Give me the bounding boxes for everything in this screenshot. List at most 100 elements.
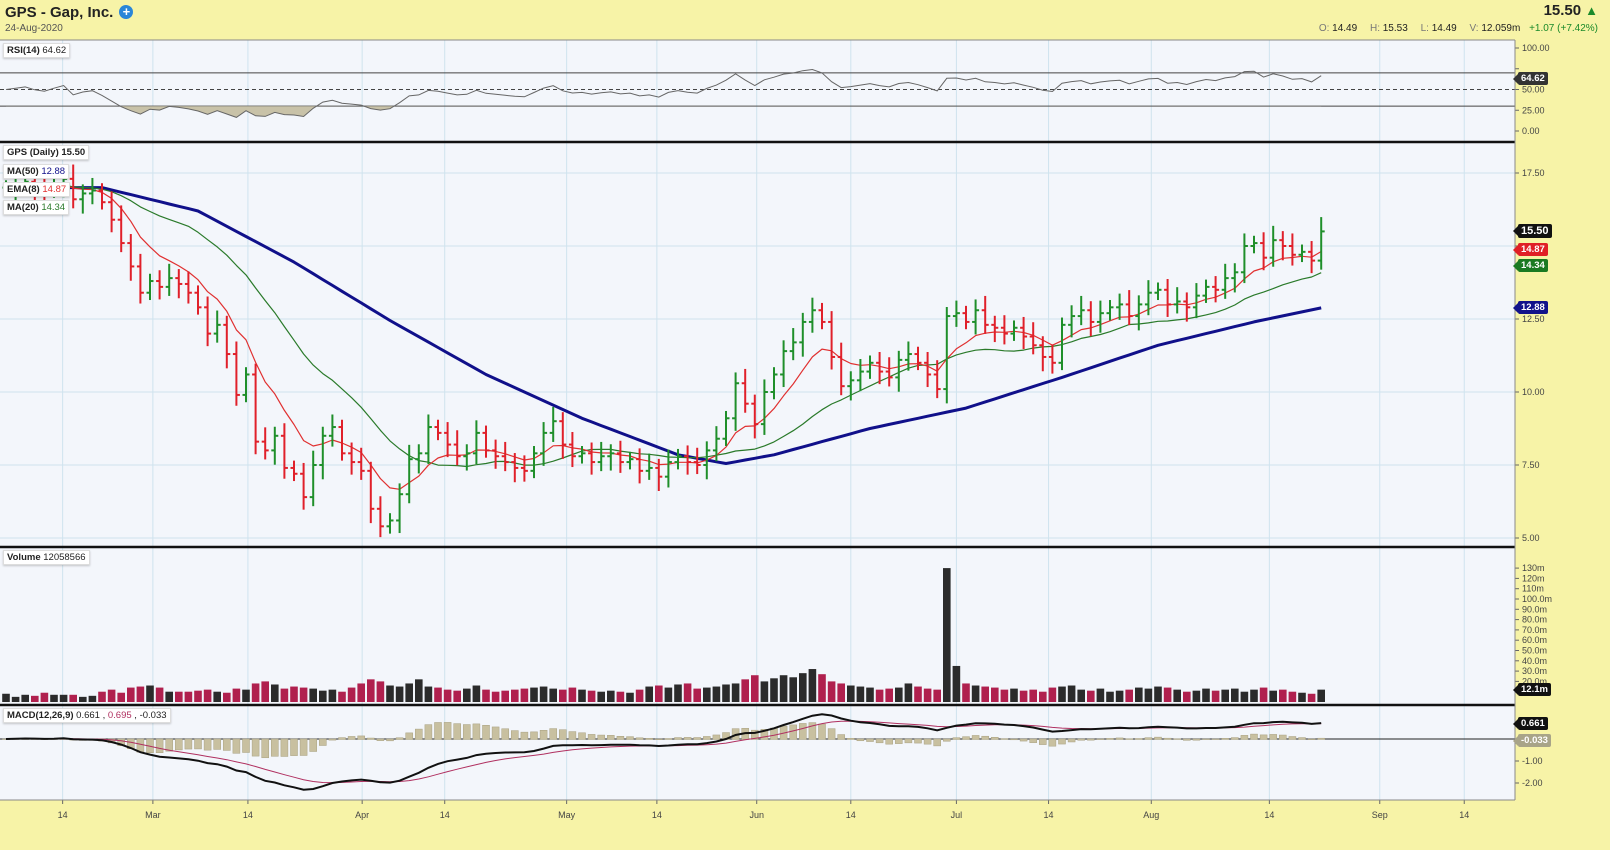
macd-histogram-bar [213,738,221,750]
volume-bar [1183,691,1191,702]
macd-histogram-bar [1317,737,1325,740]
volume-bar [1067,685,1076,702]
volume-bar [357,683,365,702]
volume-bar [578,689,586,702]
macd-histogram-bar [1307,738,1316,740]
macd-histogram-bar [463,724,471,740]
volume-tick-label: 70.0m [1522,625,1547,635]
volume-bar [943,568,951,702]
volume-tick-label: 50.0m [1522,646,1547,656]
rsi-legend-name: RSI(14) [7,45,40,56]
macd-histogram-bar [415,728,423,740]
volume-bar [1096,688,1105,702]
volume-bar [271,684,279,702]
volume-bar [1298,692,1306,702]
volume-bar [367,679,375,702]
volume-bar [319,690,327,702]
volume-bar [1058,686,1066,702]
macd-histogram-bar [962,736,970,740]
volume-bar [175,691,183,702]
volume-bar [818,674,826,702]
macd-histogram-bar [1221,738,1229,740]
volume-bar [1019,690,1028,702]
x-tick-label: 14 [58,810,68,820]
ma20-tag: 14.34 [1513,259,1548,272]
volume-bar [232,688,241,702]
macd-histogram-bar [847,738,855,740]
volume-bar [251,683,260,702]
volume-bar [607,690,615,702]
price-tick-label: 17.50 [1522,168,1545,178]
volume-bar [117,692,125,702]
macd-histogram-bar [1192,738,1201,741]
volume-bar [635,689,644,702]
volume-bar [539,686,548,702]
volume-bar [1202,688,1210,702]
macd-histogram-bar [271,738,279,757]
volume-bar [338,691,346,702]
macd-hist-tag: -0.033 [1513,734,1551,747]
volume-bar [1154,686,1162,702]
macd-histogram-bar [597,734,605,740]
macd-histogram-bar [827,728,836,740]
macd-histogram-bar [1163,737,1172,740]
macd-histogram-bar [184,738,193,750]
macd-histogram-bar [443,722,452,740]
volume-bar [866,687,874,702]
volume-bar [779,675,788,702]
x-tick-label: 14 [846,810,856,820]
macd-histogram-bar [895,738,903,744]
volume-bar [933,689,941,702]
macd-histogram-bar [405,732,413,740]
macd-tick-label: -1.00 [1522,756,1543,766]
ema8-legend-name: EMA(8) [7,184,40,195]
volume-bar [299,687,308,702]
volume-bar [203,689,212,702]
macd-histogram-bar [1154,736,1162,740]
macd-histogram-bar [424,724,433,740]
macd-histogram-bar [607,735,615,740]
x-tick-label: Mar [145,810,161,820]
ma50-legend: MA(50) 12.88 [3,164,70,179]
volume-bar [1029,689,1037,702]
macd-histogram-bar [1144,737,1153,740]
macd-tag: 0.661 [1513,717,1548,730]
macd-histogram-bar [837,734,845,740]
macd-histogram-bar [251,738,260,757]
volume-bar [184,691,193,702]
volume-bar [1221,689,1229,702]
macd-histogram-bar [261,738,269,759]
volume-bar [88,695,97,702]
macd-histogram-bar [491,726,500,740]
x-tick-label: Apr [355,810,369,820]
volume-bar [981,686,989,702]
volume-tag: 12.1m [1513,683,1551,696]
volume-bar [107,689,116,702]
volume-bar [223,692,231,702]
volume-bar [568,687,577,702]
volume-bar [1240,691,1249,702]
volume-bar [386,685,394,702]
volume-bar [165,691,173,702]
x-tick-label: May [558,810,576,820]
macd-histogram-bar [501,728,509,740]
rsi-tag: 64.62 [1513,72,1548,85]
rsi-tick-label: 100.00 [1522,43,1550,53]
macd-histogram-bar [856,738,865,742]
volume-bar [434,687,442,702]
volume-bar [347,687,356,702]
volume-bar [395,686,404,702]
price-legend: GPS (Daily) 15.50 [3,145,90,160]
volume-legend-name: Volume [7,552,41,563]
macd-histogram-bar [1269,734,1277,740]
stock-chart[interactable]: 14 Mar 14 Apr 14 May 14 Jun 14 Jul 14 Aug 14 Sep 14 5.0… [0,0,1610,850]
volume-bar [856,686,865,702]
macd-histogram-bar [1096,738,1105,740]
macd-histogram-bar [549,728,557,740]
ema8-tag: 14.87 [1513,243,1548,256]
macd-histogram-bar [645,738,653,740]
volume-bar [1269,690,1277,702]
macd-histogram-bar [789,724,797,740]
macd-legend-name: MACD(12,26,9) [7,710,74,721]
price-legend-value: 15.50 [61,147,86,158]
